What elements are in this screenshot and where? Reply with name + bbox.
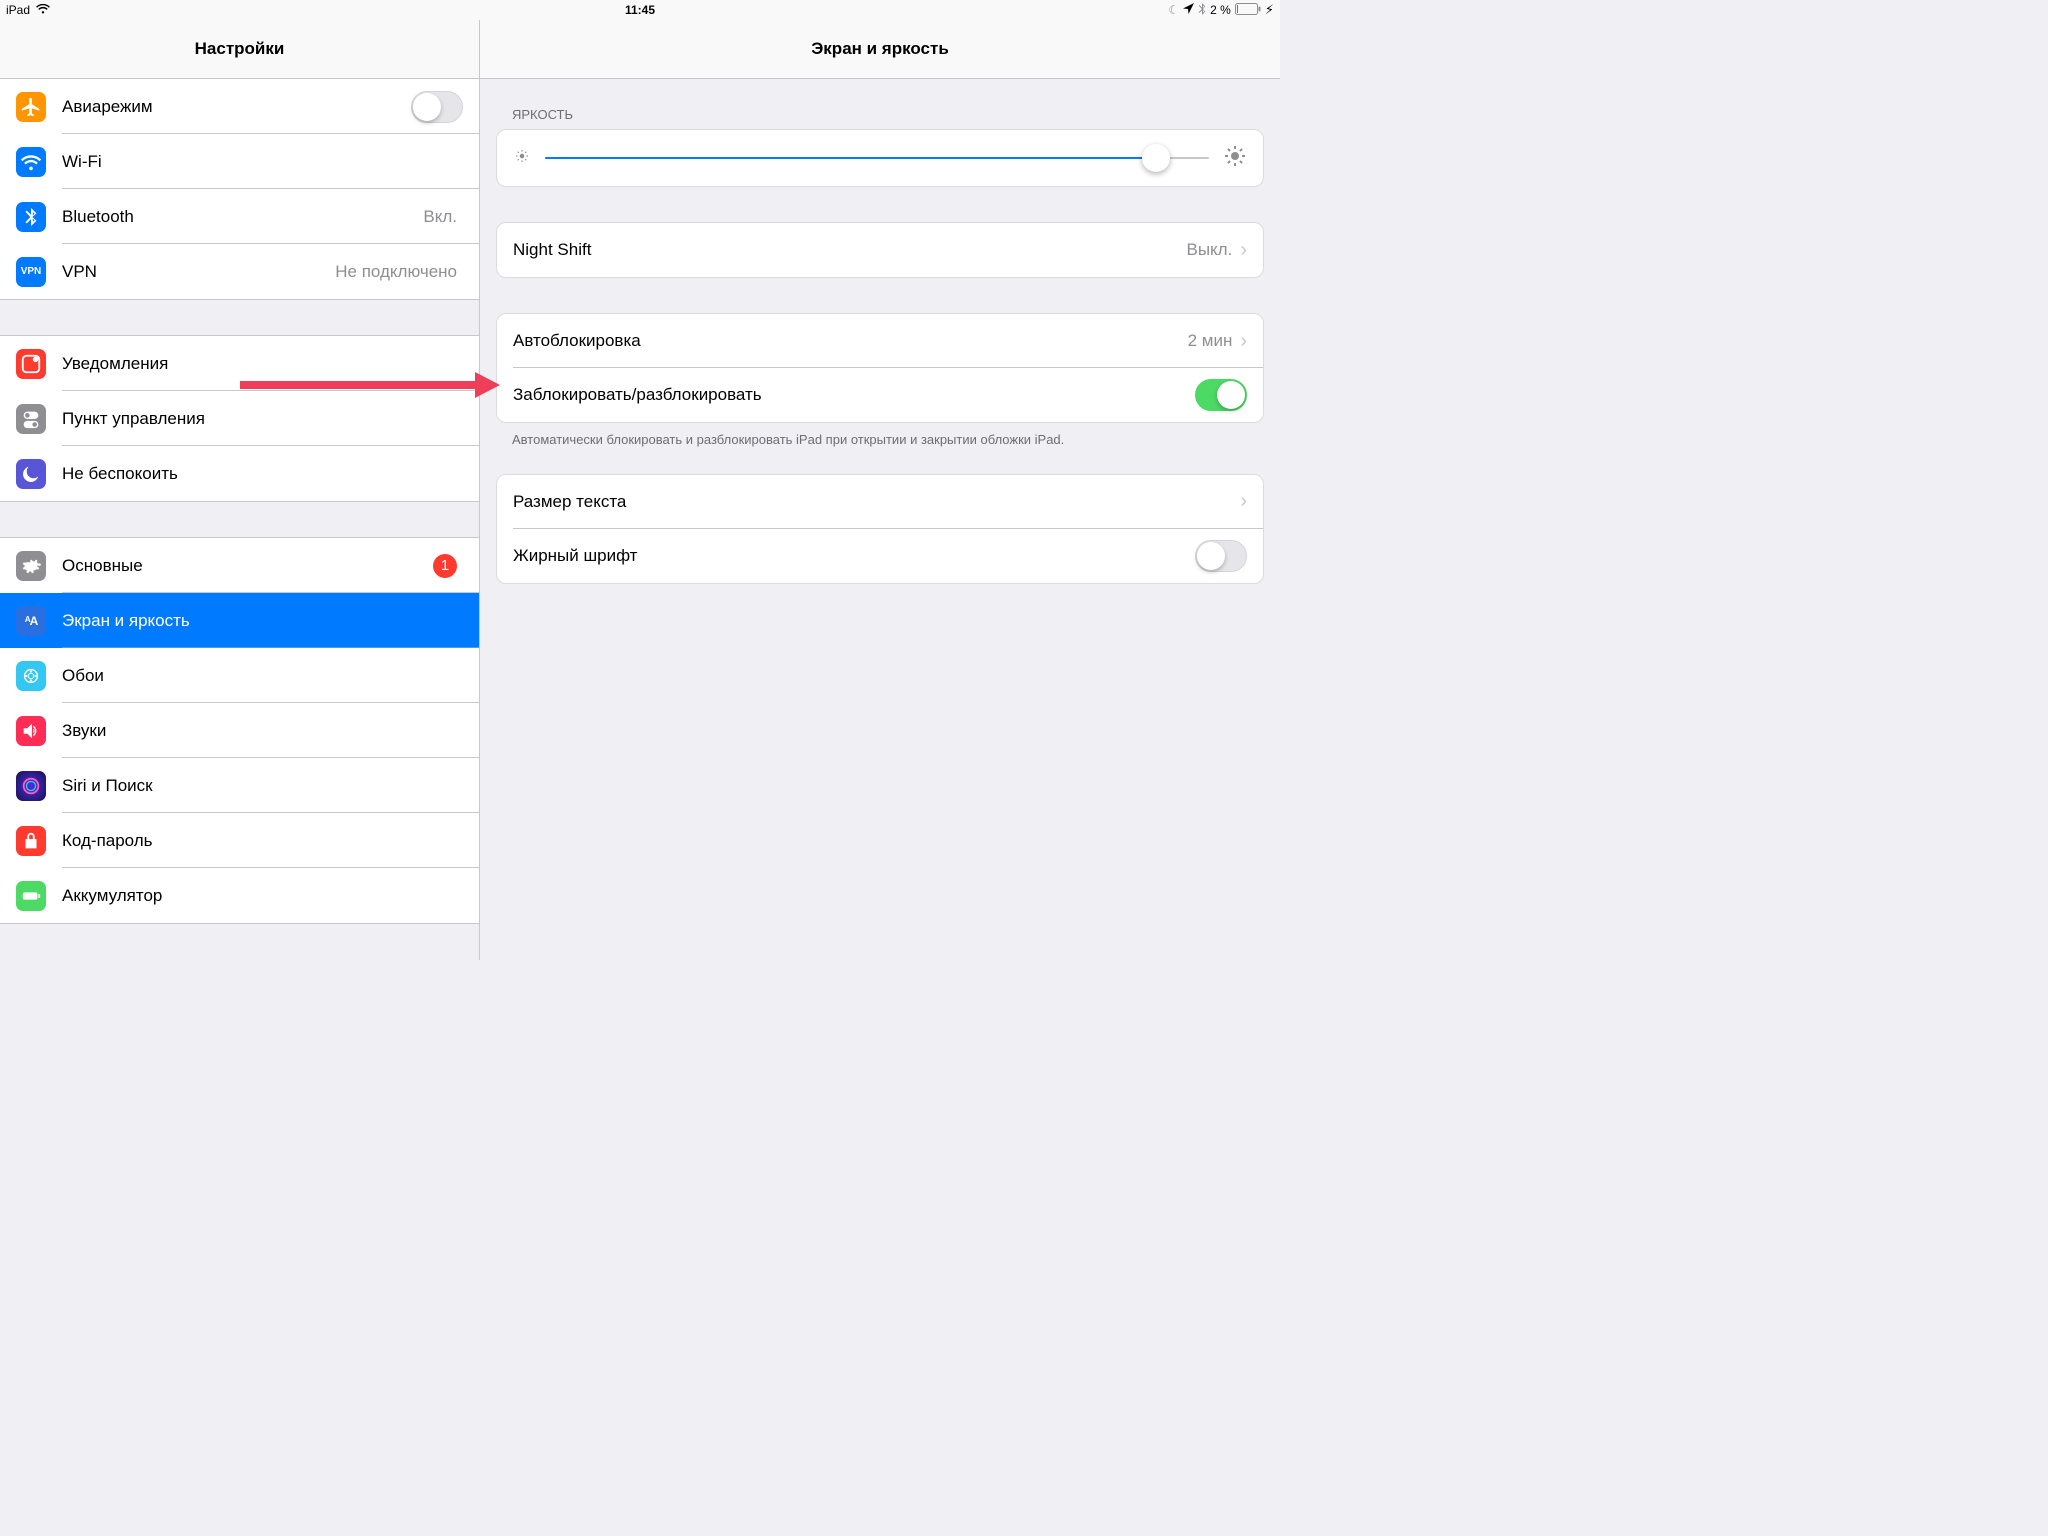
- row-label: Автоблокировка: [513, 331, 1188, 351]
- chevron-right-icon: ›: [1240, 490, 1247, 513]
- sidebar-item-general[interactable]: Основные 1: [0, 538, 479, 593]
- charging-icon: ⚡︎: [1265, 2, 1274, 18]
- vpn-icon: VPN: [16, 257, 46, 287]
- row-label: Заблокировать/разблокировать: [513, 385, 1195, 405]
- sidebar-item-label: Звуки: [62, 721, 463, 741]
- sidebar-item-display[interactable]: ᴬA Экран и яркость: [0, 593, 479, 648]
- sidebar-item-label: Экран и яркость: [62, 611, 463, 631]
- sidebar-item-siri[interactable]: Siri и Поиск: [0, 758, 479, 813]
- sidebar-title: Настройки: [0, 20, 479, 79]
- location-icon: [1183, 3, 1194, 17]
- sidebar-item-label: Авиарежим: [62, 97, 411, 117]
- sidebar-item-label: Bluetooth: [62, 207, 423, 227]
- sidebar-item-label: Siri и Поиск: [62, 776, 463, 796]
- brightness-slider[interactable]: [545, 157, 1209, 159]
- device-label: iPad: [6, 3, 30, 17]
- sidebar-item-dnd[interactable]: Не беспокоить: [0, 446, 479, 501]
- row-label: Жирный шрифт: [513, 546, 1195, 566]
- row-label: Размер текста: [513, 492, 1240, 512]
- passcode-icon: [16, 826, 46, 856]
- bluetooth-status-icon: [1198, 3, 1206, 18]
- battery-settings-icon: [16, 881, 46, 911]
- wifi-icon: [16, 147, 46, 177]
- bold-text-toggle[interactable]: [1195, 540, 1247, 572]
- sidebar-item-wifi[interactable]: Wi-Fi: [0, 134, 479, 189]
- night-shift-row[interactable]: Night Shift Выкл. ›: [497, 223, 1263, 277]
- chevron-right-icon: ›: [1240, 239, 1247, 262]
- sidebar-item-label: Основные: [62, 556, 433, 576]
- display-icon: ᴬA: [16, 606, 46, 636]
- brightness-slider-row[interactable]: [497, 130, 1263, 186]
- general-badge: 1: [433, 554, 457, 578]
- sidebar-item-wallpaper[interactable]: Обои: [0, 648, 479, 703]
- sidebar-item-label: Код-пароль: [62, 831, 463, 851]
- sidebar-item-vpn[interactable]: VPN VPN Не подключено: [0, 244, 479, 299]
- sidebar-item-label: Не беспокоить: [62, 464, 463, 484]
- wallpaper-icon: [16, 661, 46, 691]
- clock: 11:45: [625, 3, 655, 17]
- battery-percent: 2 %: [1210, 3, 1231, 17]
- airplane-toggle[interactable]: [411, 91, 463, 123]
- gear-icon: [16, 551, 46, 581]
- row-value: 2 мин: [1188, 331, 1233, 351]
- moon-icon: ☾: [1168, 3, 1179, 17]
- bluetooth-value: Вкл.: [423, 207, 457, 227]
- vpn-value: Не подключено: [335, 262, 457, 282]
- sidebar-item-control-center[interactable]: Пункт управления: [0, 391, 479, 446]
- bluetooth-icon: [16, 202, 46, 232]
- airplane-icon: [16, 92, 46, 122]
- sidebar-item-battery[interactable]: Аккумулятор: [0, 868, 479, 923]
- control-center-icon: [16, 404, 46, 434]
- wifi-status-icon: [36, 3, 50, 17]
- row-value: Выкл.: [1186, 240, 1232, 260]
- lock-unlock-toggle[interactable]: [1195, 379, 1247, 411]
- siri-icon: [16, 771, 46, 801]
- text-size-row[interactable]: Размер текста ›: [497, 475, 1263, 529]
- sidebar-item-label: Пункт управления: [62, 409, 463, 429]
- lock-unlock-row[interactable]: Заблокировать/разблокировать: [497, 368, 1263, 422]
- brightness-low-icon: [513, 147, 531, 170]
- sounds-icon: [16, 716, 46, 746]
- autolock-row[interactable]: Автоблокировка 2 мин ›: [497, 314, 1263, 368]
- detail-title: Экран и яркость: [480, 20, 1280, 79]
- sidebar-item-label: Аккумулятор: [62, 886, 463, 906]
- sidebar-item-passcode[interactable]: Код-пароль: [0, 813, 479, 868]
- brightness-high-icon: [1223, 144, 1247, 173]
- sidebar-item-notifications[interactable]: Уведомления: [0, 336, 479, 391]
- status-bar: iPad 11:45 ☾ 2 % ⚡︎: [0, 0, 1280, 20]
- sidebar-item-airplane[interactable]: Авиарежим: [0, 79, 479, 134]
- sidebar-item-label: Wi-Fi: [62, 152, 463, 172]
- bold-text-row[interactable]: Жирный шрифт: [497, 529, 1263, 583]
- settings-sidebar: Настройки Авиарежим Wi-Fi: [0, 20, 480, 960]
- sidebar-item-label: Обои: [62, 666, 463, 686]
- sidebar-item-sounds[interactable]: Звуки: [0, 703, 479, 758]
- notifications-icon: [16, 349, 46, 379]
- lock-unlock-footer: Автоматически блокировать и разблокирова…: [480, 423, 1280, 449]
- row-label: Night Shift: [513, 240, 1186, 260]
- sidebar-item-bluetooth[interactable]: Bluetooth Вкл.: [0, 189, 479, 244]
- battery-icon: [1235, 3, 1261, 18]
- sidebar-item-label: Уведомления: [62, 354, 463, 374]
- sidebar-item-label: VPN: [62, 262, 335, 282]
- chevron-right-icon: ›: [1240, 330, 1247, 353]
- brightness-section-header: ЯРКОСТЬ: [480, 79, 1280, 129]
- detail-pane: Экран и яркость ЯРКОСТЬ: [480, 20, 1280, 960]
- dnd-icon: [16, 459, 46, 489]
